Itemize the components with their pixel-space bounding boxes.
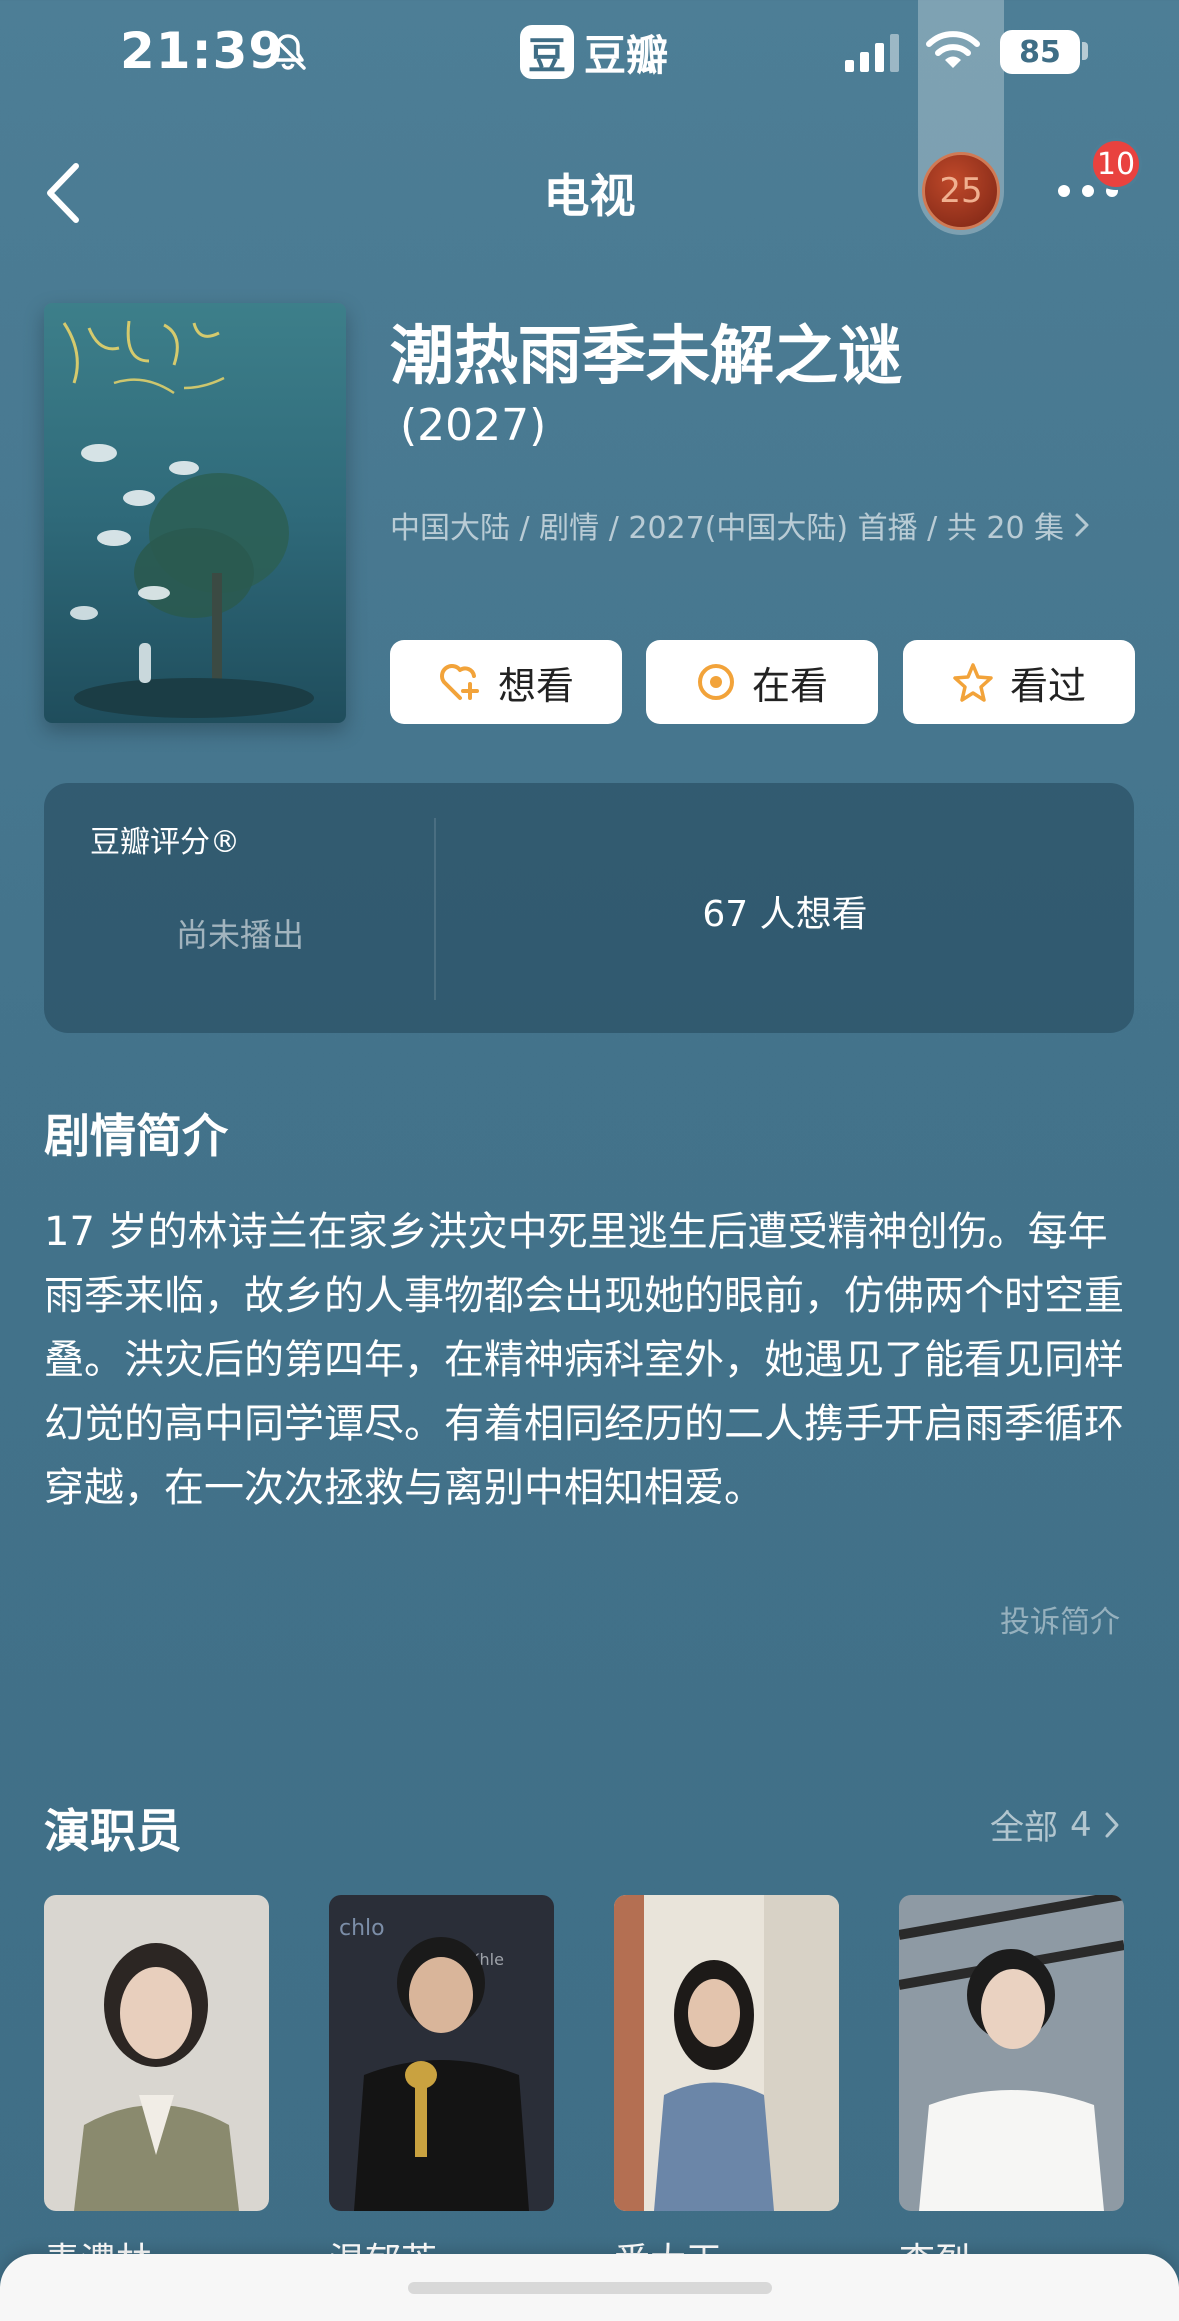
app-name: 豆瓣 xyxy=(584,30,669,80)
cast-all-link[interactable]: 全部 4 xyxy=(990,1800,1120,1849)
subject-year: (2027) xyxy=(400,400,547,451)
rating-label: 豆瓣评分® xyxy=(90,825,240,860)
watching-button[interactable]: 在看 xyxy=(646,640,878,724)
chevron-right-icon xyxy=(1075,513,1089,537)
cast-title: 演职员 xyxy=(44,1804,182,1858)
signal-icon xyxy=(845,34,899,72)
page-title: 电视 xyxy=(543,169,636,223)
subject-meta[interactable]: 中国大陆 / 剧情 / 2027(中国大陆) 首播 / 共 20 集 xyxy=(390,503,1090,547)
watched-button-label: 看过 xyxy=(1009,663,1086,708)
battery-tip xyxy=(1082,42,1088,60)
poster-image[interactable] xyxy=(44,303,346,723)
cast-photo-3[interactable] xyxy=(614,1895,839,2211)
wish-button[interactable]: 想看 xyxy=(390,640,622,724)
subject-title: 潮热雨季未解之谜 xyxy=(390,320,902,394)
synopsis-title: 剧情简介 xyxy=(44,1109,228,1163)
cast-all-label: 全部 xyxy=(990,1808,1058,1848)
svg-text:chlo: chlo xyxy=(339,1916,385,1941)
synopsis-text[interactable]: 17 岁的林诗兰在家乡洪灾中死里逃生后遭受精神创伤。每年雨季来临，故乡的人事物都… xyxy=(44,1200,1134,1520)
notification-badge: 10 xyxy=(1090,138,1142,190)
battery-indicator: 85 xyxy=(1000,30,1080,74)
sheet-handle[interactable] xyxy=(408,2282,772,2294)
subject-meta-text: 中国大陆 / 剧情 / 2027(中国大陆) 首播 / 共 20 集 xyxy=(390,511,1065,546)
wish-button-label: 想看 xyxy=(497,663,574,708)
user-avatar[interactable]: 25 xyxy=(922,152,1000,230)
chevron-right-icon xyxy=(1105,1812,1119,1837)
cast-count: 4 xyxy=(1070,1804,1092,1845)
bell-off-icon xyxy=(270,34,306,70)
report-synopsis-link[interactable]: 投诉简介 xyxy=(1000,1597,1120,1641)
watched-button[interactable]: 看过 xyxy=(903,640,1135,724)
heart-plus-icon xyxy=(440,664,479,700)
status-time: 21:39 xyxy=(120,22,285,80)
cast-photo-2[interactable]: chlo Khle xyxy=(329,1895,554,2211)
star-icon xyxy=(953,663,993,702)
douban-logo: 豆 xyxy=(520,25,574,79)
cast-photo-4[interactable] xyxy=(899,1895,1124,2211)
cast-photo-art: chlo Khle xyxy=(329,1895,554,2211)
poster-artwork xyxy=(44,303,346,723)
app-indicator: 豆 豆瓣 xyxy=(520,24,668,80)
rating-status: 尚未播出 xyxy=(175,916,304,954)
cast-photo-1[interactable] xyxy=(44,1895,269,2211)
target-icon xyxy=(697,664,734,700)
cast-photo-art xyxy=(899,1895,1124,2211)
wish-count: 67 人想看 xyxy=(702,894,868,935)
cast-photo-art xyxy=(44,1895,269,2211)
cast-photo-art xyxy=(614,1895,839,2211)
watching-button-label: 在看 xyxy=(751,663,828,708)
